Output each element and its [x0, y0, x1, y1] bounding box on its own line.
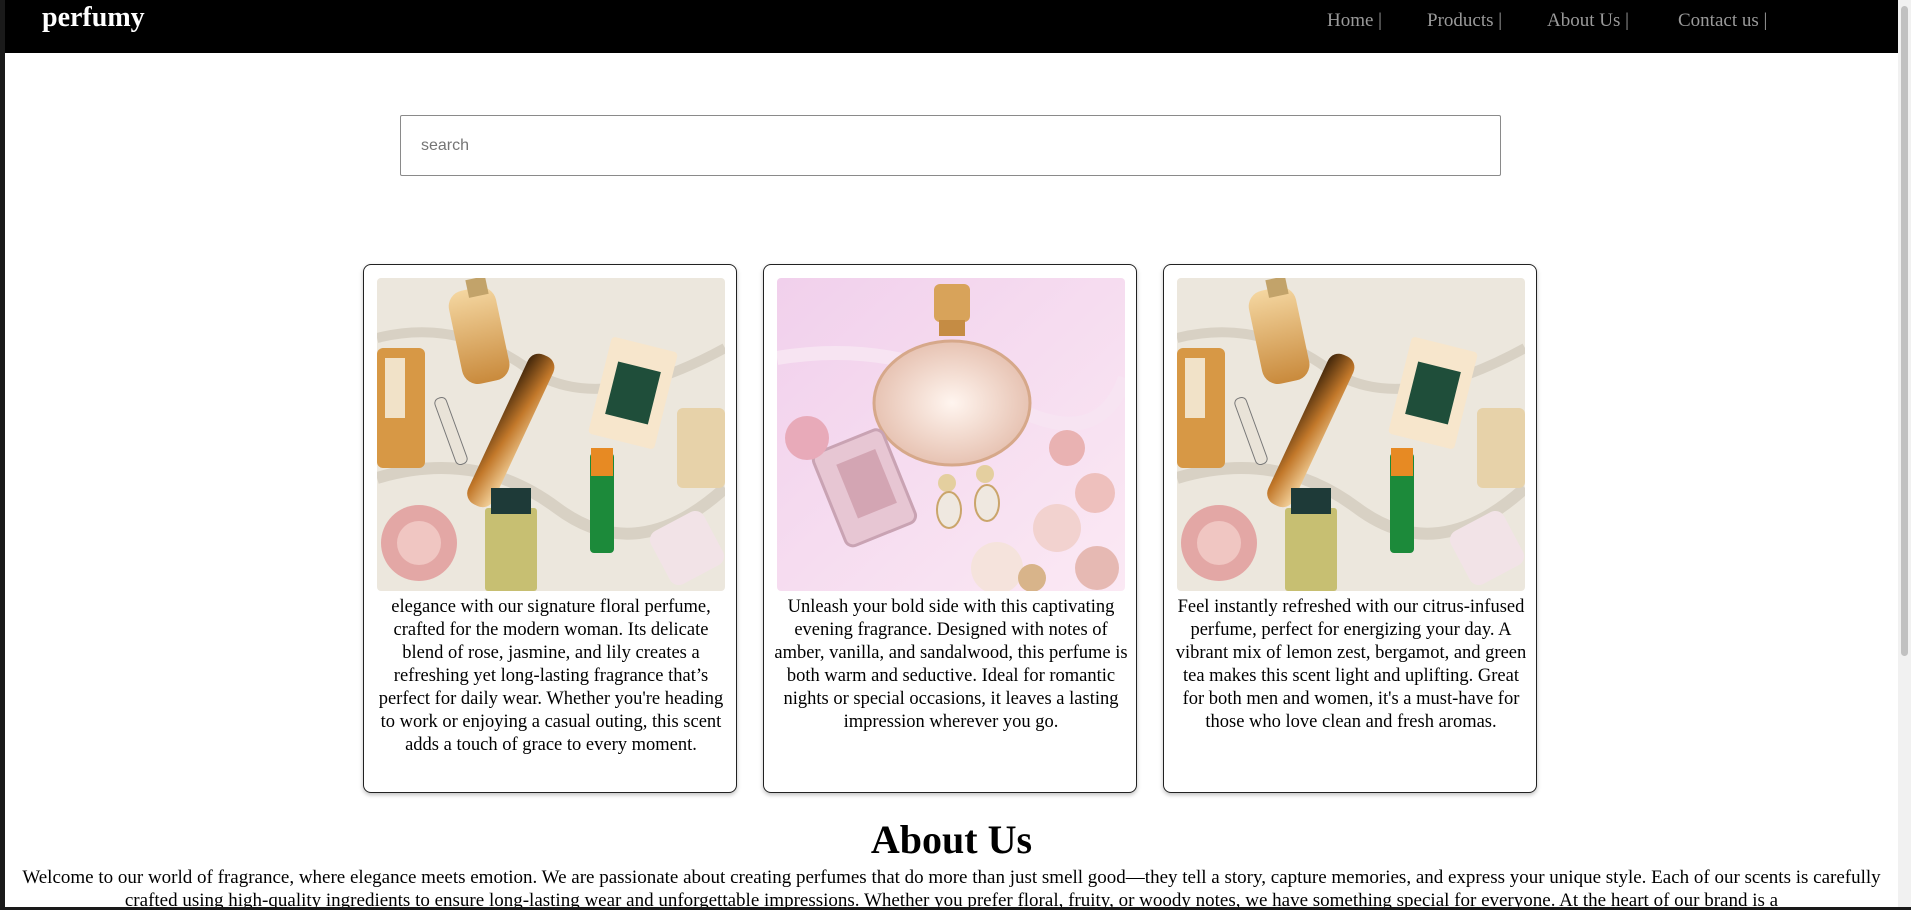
nav-links: Home | Products | About Us | Contact us …	[5, 8, 1898, 34]
nav-contact-link[interactable]: Contact us |	[1678, 8, 1767, 34]
page: perfumy Home | Products | About Us | Con…	[5, 0, 1898, 907]
product-image-flatlay	[377, 278, 725, 591]
nav-home-link[interactable]: Home |	[1327, 8, 1382, 34]
product-image-flatlay	[1177, 278, 1525, 591]
product-description: Feel instantly refreshed with our citrus…	[1175, 597, 1527, 732]
product-image-pink-perfume	[777, 278, 1125, 591]
product-description: elegance with our signature floral perfu…	[378, 597, 724, 755]
vertical-scrollbar[interactable]	[1898, 0, 1911, 907]
product-card: elegance with our signature floral perfu…	[363, 264, 737, 793]
about-text: Welcome to our world of fragrance, where…	[22, 867, 1881, 907]
scrollbar-thumb[interactable]	[1901, 6, 1908, 656]
about-title: About Us	[870, 817, 1033, 862]
search-input[interactable]	[400, 115, 1501, 176]
product-description: Unleash your bold side with this captiva…	[774, 597, 1128, 732]
product-card: Unleash your bold side with this captiva…	[763, 264, 1137, 793]
nav-products-link[interactable]: Products |	[1427, 8, 1502, 34]
nav-about-link[interactable]: About Us |	[1547, 8, 1629, 34]
navbar: perfumy Home | Products | About Us | Con…	[5, 0, 1898, 53]
product-card: Feel instantly refreshed with our citrus…	[1163, 264, 1537, 793]
